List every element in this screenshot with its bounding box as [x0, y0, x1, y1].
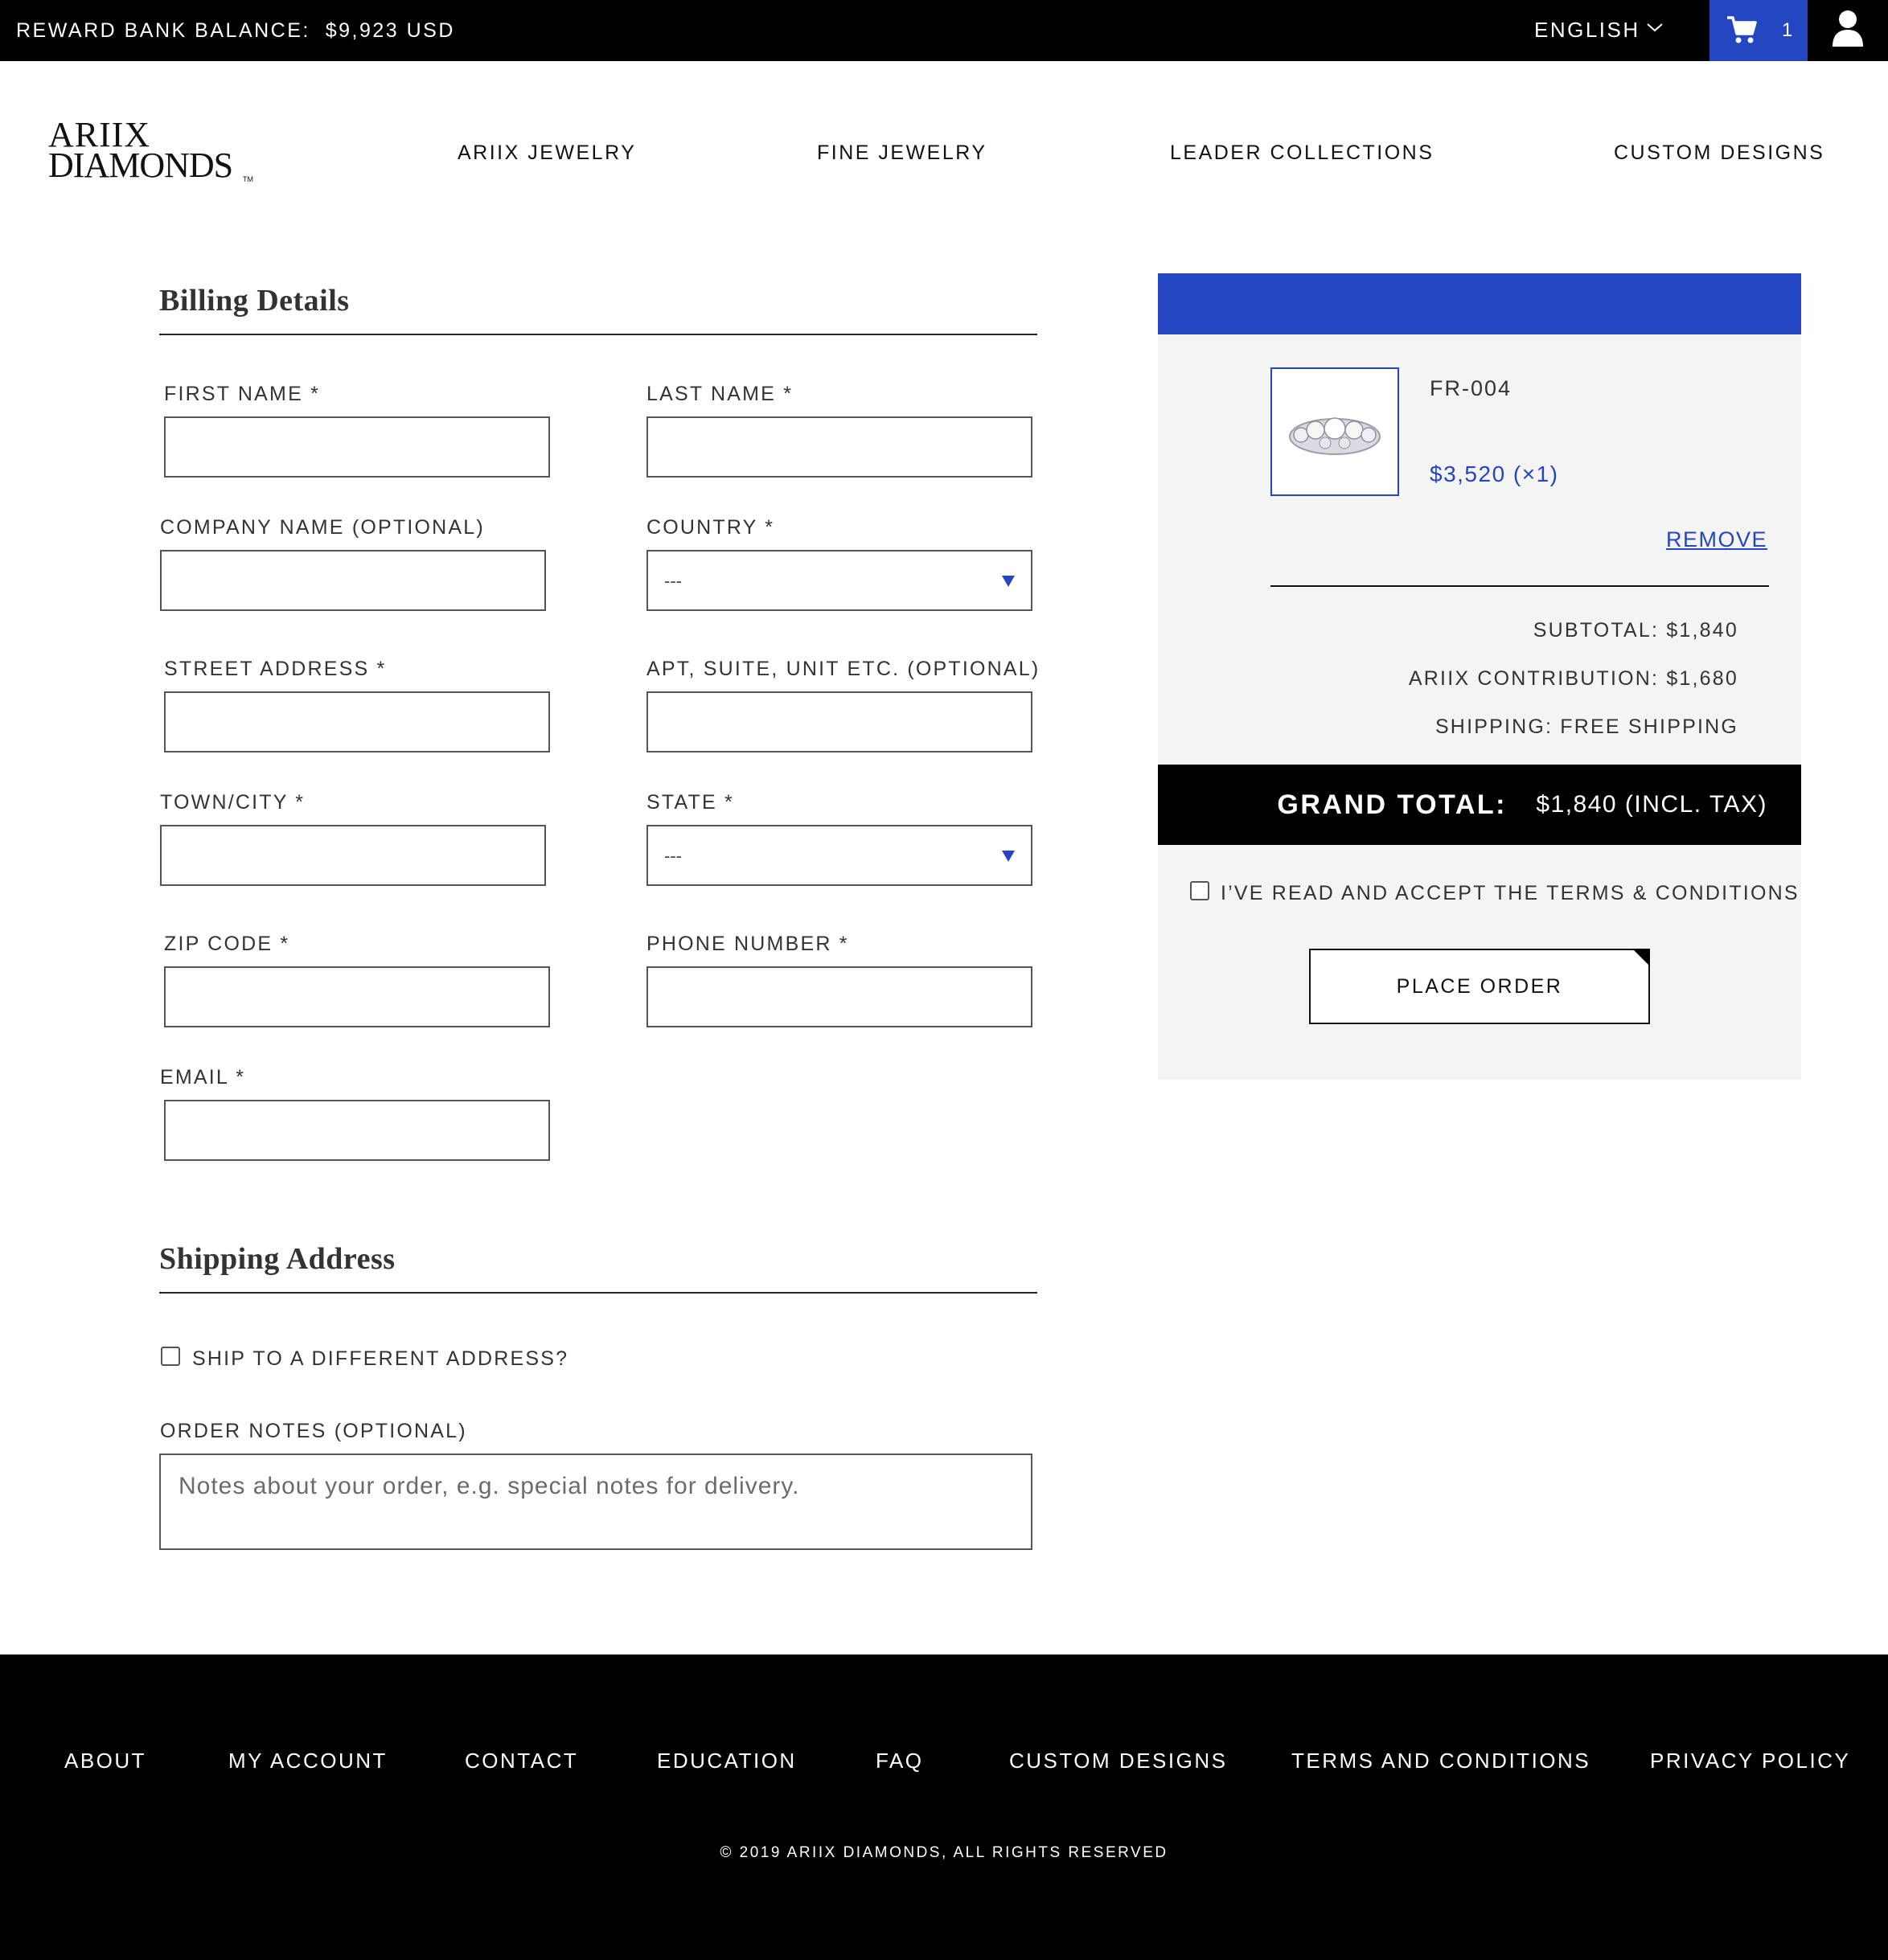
email-label: EMAIL * [160, 1066, 246, 1089]
language-selector[interactable]: ENGLISH [1534, 0, 1640, 61]
billing-divider [159, 334, 1037, 335]
brand-logo[interactable]: ARIIX DIAMONDS TM [48, 117, 257, 190]
subtotal: SUBTOTAL: $1,840 [1533, 619, 1738, 642]
footer-my-account[interactable]: MY ACCOUNT [228, 1745, 388, 1777]
town-input[interactable] [160, 825, 546, 886]
first-name-label: FIRST NAME * [164, 383, 321, 405]
chevron-down-icon[interactable] [1645, 18, 1664, 37]
footer-education[interactable]: EDUCATION [657, 1745, 797, 1777]
state-label: STATE * [646, 791, 734, 814]
footer-faq[interactable]: FAQ [876, 1745, 924, 1777]
order-notes-placeholder: Notes about your order, e.g. special not… [179, 1473, 800, 1499]
product-price: $3,520 (×1) [1430, 461, 1559, 486]
order-summary: FR-004 $3,520 (×1) REMOVE SUBTOTAL: $1,8… [1158, 273, 1801, 1080]
footer: ABOUT MY ACCOUNT CONTACT EDUCATION FAQ C… [0, 1655, 1888, 1960]
copyright: © 2019 ARIIX DIAMONDS, ALL RIGHTS RESERV… [720, 1844, 1168, 1861]
apt-label: APT, SUITE, UNIT ETC. (OPTIONAL) [646, 658, 1040, 680]
shipping-cost: SHIPPING: FREE SHIPPING [1434, 716, 1738, 738]
remove-link[interactable]: REMOVE [1666, 527, 1767, 552]
reward-value: $9,923 USD [325, 19, 455, 42]
user-icon[interactable] [1830, 10, 1865, 48]
nav-custom-designs[interactable]: CUSTOM DESIGNS [1614, 137, 1824, 169]
order-notes-label: ORDER NOTES (OPTIONAL) [160, 1420, 467, 1442]
first-name-input[interactable] [164, 416, 550, 478]
state-select[interactable]: --- [646, 825, 1032, 886]
apt-input[interactable] [646, 691, 1032, 752]
place-order-label: PLACE ORDER [1396, 975, 1563, 998]
terms-checkbox[interactable] [1190, 881, 1209, 900]
cart-icon [1727, 16, 1757, 43]
ship-different-label[interactable]: SHIP TO A DIFFERENT ADDRESS? [192, 1347, 568, 1371]
email-input[interactable] [164, 1100, 550, 1161]
grand-total-bar: GRAND TOTAL: $1,840 (INCL. TAX) [1158, 765, 1801, 845]
order-notes-textarea[interactable]: Notes about your order, e.g. special not… [159, 1454, 1032, 1550]
country-value: --- [664, 571, 682, 591]
nav-leader-collections[interactable]: LEADER COLLECTIONS [1170, 137, 1434, 169]
footer-about[interactable]: ABOUT [64, 1745, 146, 1777]
state-value: --- [664, 846, 682, 866]
footer-custom-designs[interactable]: CUSTOM DESIGNS [1009, 1745, 1227, 1777]
town-label: TOWN/CITY * [160, 791, 306, 814]
company-input[interactable] [160, 550, 546, 611]
dropdown-arrow-icon [1002, 576, 1015, 587]
nav-fine-jewelry[interactable]: FINE JEWELRY [817, 137, 987, 169]
ring-image-icon [1289, 417, 1381, 455]
place-order-button[interactable]: PLACE ORDER [1309, 949, 1650, 1024]
ship-different-checkbox[interactable] [161, 1347, 180, 1366]
logo-trademark: TM [243, 175, 253, 183]
product-name: FR-004 [1430, 376, 1512, 400]
zip-input[interactable] [164, 966, 550, 1027]
country-label: COUNTRY * [646, 516, 775, 539]
last-name-label: LAST NAME * [646, 383, 794, 405]
cart-count: 1 [1782, 19, 1793, 41]
last-name-input[interactable] [646, 416, 1032, 478]
product-thumbnail[interactable] [1270, 367, 1399, 496]
phone-input[interactable] [646, 966, 1032, 1027]
footer-contact[interactable]: CONTACT [465, 1745, 578, 1777]
reward-balance: REWARD BANK BALANCE: $9,923 USD [16, 0, 455, 61]
street-input[interactable] [164, 691, 550, 752]
footer-privacy[interactable]: PRIVACY POLICY [1650, 1745, 1850, 1777]
company-label: COMPANY NAME (OPTIONAL) [160, 516, 485, 539]
shipping-divider [159, 1292, 1037, 1294]
ariix-contribution: ARIIX CONTRIBUTION: $1,680 [1408, 667, 1738, 690]
dropdown-arrow-icon [1002, 851, 1015, 862]
street-label: STREET ADDRESS * [164, 658, 387, 680]
cart-button[interactable]: 1 [1709, 0, 1808, 61]
zip-label: ZIP CODE * [164, 933, 290, 955]
summary-divider [1270, 585, 1769, 587]
footer-terms[interactable]: TERMS AND CONDITIONS [1291, 1745, 1590, 1777]
grand-total-label: GRAND TOTAL: [1277, 789, 1507, 820]
logo-line-2: DIAMONDS [48, 146, 233, 185]
button-corner-accent [1632, 949, 1650, 966]
top-bar: REWARD BANK BALANCE: $9,923 USD ENGLISH … [0, 0, 1888, 61]
billing-title: Billing Details [159, 284, 350, 318]
reward-label: REWARD BANK BALANCE: [16, 19, 310, 42]
nav-ariix-jewelry[interactable]: ARIIX JEWELRY [458, 137, 636, 169]
shipping-title: Shipping Address [159, 1242, 396, 1276]
terms-label[interactable]: I’VE READ AND ACCEPT THE TERMS & CONDITI… [1221, 882, 1800, 905]
country-select[interactable]: --- [646, 550, 1032, 611]
grand-total-value: $1,840 (INCL. TAX) [1536, 791, 1767, 818]
summary-header-bar [1158, 273, 1801, 334]
phone-label: PHONE NUMBER * [646, 933, 849, 955]
